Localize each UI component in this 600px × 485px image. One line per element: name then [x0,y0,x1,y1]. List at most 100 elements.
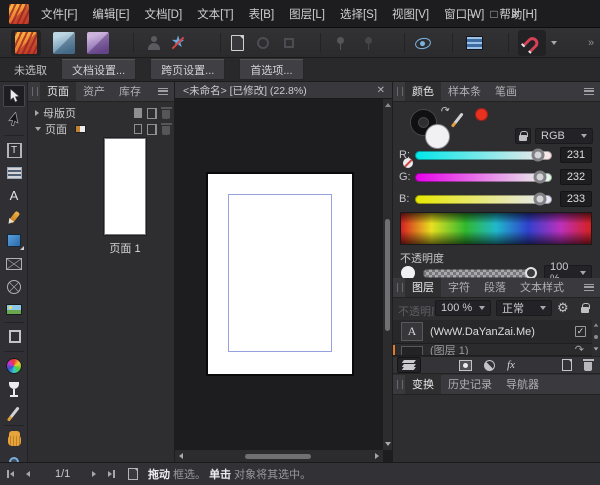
previous-page-button[interactable] [26,471,30,477]
trash-icon[interactable] [162,126,170,135]
layer-row-text[interactable]: A (WwW.DaYanZai.Me) ✓ [393,320,592,344]
adjustment-layer-icon[interactable] [482,357,498,373]
last-page-button[interactable] [108,470,115,478]
color-eyedropper-icon[interactable] [453,112,463,124]
layers-stack-button[interactable] [397,357,421,373]
new-document-button[interactable] [224,30,250,56]
page-1-thumbnail[interactable] [104,138,146,235]
text-flow-button[interactable] [458,30,490,56]
layer-visibility-checkbox[interactable]: ✓ [575,326,586,337]
green-value-field[interactable]: 232 [560,169,592,185]
panel-grip-icon[interactable] [32,87,38,96]
layer-effects-button[interactable]: fx [507,359,515,371]
panel-grip-icon[interactable] [397,283,403,292]
document-page[interactable] [208,174,352,374]
tab-stock[interactable]: 库存 [112,82,148,101]
tab-swatches[interactable]: 样本条 [441,82,488,101]
pin-tool-button[interactable] [326,30,354,56]
menu-file[interactable]: 文件[F] [41,6,77,22]
scroll-down-icon[interactable] [594,347,599,350]
add-master-icon[interactable] [134,108,142,118]
panel-menu-icon[interactable] [584,284,594,291]
spread-setup-button[interactable]: 跨页设置... [150,59,225,80]
artistic-text-tool[interactable]: A [3,184,25,206]
tab-history[interactable]: 历史记录 [441,375,499,394]
menu-table[interactable]: 表[B] [249,6,275,22]
vertical-scrollbar[interactable] [383,99,392,450]
horizontal-scroll-thumb[interactable] [245,454,311,459]
preferences-button[interactable]: 首选项... [239,59,303,80]
vertical-scroll-thumb[interactable] [385,219,390,331]
scroll-down-icon[interactable] [385,442,391,446]
color-picker-tool[interactable] [3,401,25,423]
duplicate-master-icon[interactable] [147,108,157,119]
open-button[interactable] [250,30,276,56]
vector-crop-tool[interactable] [3,326,25,348]
red-slider[interactable] [415,151,552,160]
trash-icon[interactable] [162,110,170,119]
tab-assets[interactable]: 资产 [76,82,112,101]
pen-tool[interactable] [3,206,25,228]
layer-lock-button[interactable] [577,300,593,316]
red-value-field[interactable]: 231 [560,147,592,163]
horizontal-scrollbar[interactable] [175,450,383,462]
document-setup-button[interactable]: 文档设置... [61,59,136,80]
mask-layer-icon[interactable] [459,360,472,371]
layers-scrollbar[interactable] [592,320,600,356]
panel-grip-icon[interactable] [397,380,403,389]
transparency-tool[interactable] [3,378,25,400]
tab-navigator[interactable]: 导航器 [499,375,546,394]
blend-mode-dropdown[interactable]: 正常 [496,300,552,316]
menu-text[interactable]: 文本[T] [197,6,233,22]
maximize-button[interactable]: □ [484,0,504,28]
next-page-button[interactable] [92,471,96,477]
panel-menu-icon[interactable] [584,88,594,95]
table-tool[interactable] [3,162,25,184]
publisher-persona-button[interactable] [11,30,41,56]
minimize-button[interactable]: – [462,0,482,28]
tab-color[interactable]: 颜色 [405,82,441,101]
collapse-caret-icon[interactable] [35,127,41,131]
move-tool[interactable] [3,85,25,107]
picture-frame-rectangle-tool[interactable] [3,253,25,275]
tab-character[interactable]: 字符 [441,278,477,297]
panel-menu-icon[interactable] [158,88,168,95]
green-slider-knob[interactable] [533,171,546,184]
close-button[interactable]: ✕ [506,0,526,28]
menu-layer[interactable]: 图层[L] [289,6,325,22]
picture-frame-ellipse-tool[interactable] [3,276,25,298]
fill-tool[interactable] [3,355,25,377]
snapping-dropdown[interactable] [548,30,560,56]
layer-settings-button[interactable]: ⚙ [557,300,569,316]
menu-document[interactable]: 文档[D] [144,6,182,22]
menu-select[interactable]: 选择[S] [340,6,377,22]
scroll-up-icon[interactable] [594,323,599,326]
preview-mode-button[interactable] [408,30,438,56]
blue-slider[interactable] [415,195,552,204]
picked-color-dot[interactable] [475,108,488,121]
tab-text-styles[interactable]: 文本样式 [513,278,571,297]
frame-text-tool[interactable]: T [3,139,25,161]
green-slider[interactable] [415,173,552,182]
delete-layer-icon[interactable] [584,362,592,371]
document-tab[interactable]: <未命名> [已修改] (22.8%) ✕ [175,82,392,99]
tab-transform[interactable]: 变换 [405,375,441,394]
scroll-right-icon[interactable] [375,453,379,459]
tab-pages[interactable]: 页面 [40,82,76,101]
expand-caret-icon[interactable] [35,110,39,116]
tab-layers[interactable]: 图层 [405,278,441,297]
opacity-slider[interactable] [423,269,536,278]
account-button[interactable] [142,30,166,56]
blue-value-field[interactable]: 233 [560,191,592,207]
view-tool[interactable] [3,429,25,451]
panel-grip-icon[interactable] [397,87,403,96]
save-button[interactable] [276,30,302,56]
duplicate-page-icon[interactable] [147,124,157,135]
snapping-button[interactable] [518,30,546,56]
tab-stroke[interactable]: 笔画 [488,82,524,101]
close-document-icon[interactable]: ✕ [377,85,385,96]
unpin-tool-button[interactable] [354,30,382,56]
menu-view[interactable]: 视图[V] [392,6,429,22]
toolbar-overflow-button[interactable]: » [584,30,598,56]
first-page-button[interactable] [7,470,14,478]
